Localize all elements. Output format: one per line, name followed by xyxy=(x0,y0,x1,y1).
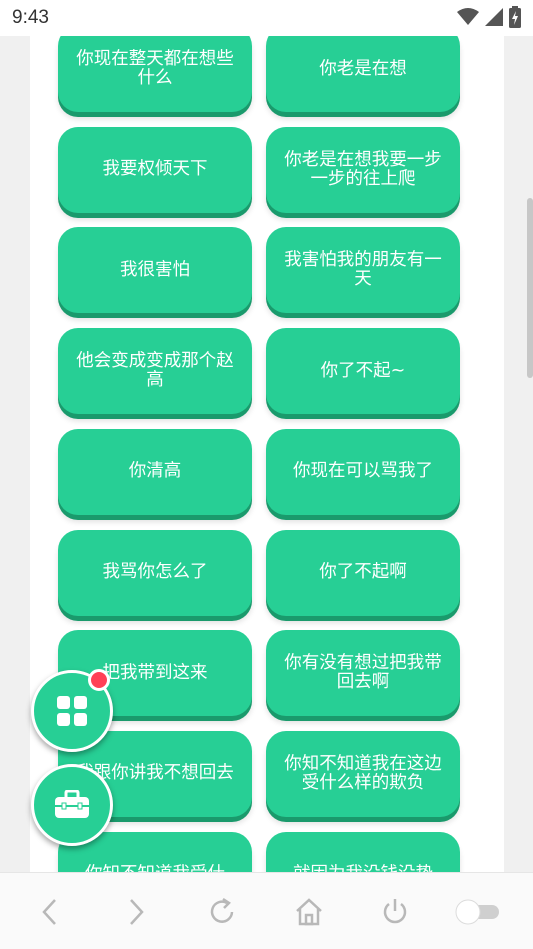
notification-badge xyxy=(88,669,110,691)
toggle-icon xyxy=(455,899,499,925)
status-icons xyxy=(457,6,521,28)
power-icon xyxy=(383,899,407,924)
power-button[interactable] xyxy=(377,897,413,927)
status-bar: 9:43 xyxy=(0,0,533,36)
phrase-button[interactable]: 我要权倾天下 xyxy=(58,126,252,213)
toolbox-fab-button[interactable] xyxy=(31,764,113,846)
night-mode-toggle[interactable] xyxy=(455,897,501,927)
forward-button[interactable] xyxy=(118,897,154,927)
back-button[interactable] xyxy=(32,897,68,927)
grid-icon xyxy=(57,696,87,726)
scrollbar[interactable] xyxy=(527,198,533,378)
home-button[interactable] xyxy=(291,897,327,927)
phrase-button[interactable]: 你老是在想 xyxy=(266,36,460,112)
status-time: 9:43 xyxy=(12,7,49,28)
phrase-button[interactable]: 我很害怕 xyxy=(58,227,252,314)
signal-icon xyxy=(485,8,503,26)
phrase-button[interactable]: 你现在整天都在想些什么 xyxy=(58,36,252,112)
back-icon xyxy=(42,899,56,925)
phrase-button[interactable]: 你老是在想我要一步一步的往上爬 xyxy=(266,126,460,213)
phrase-button[interactable]: 我骂你怎么了 xyxy=(58,529,252,616)
phrase-button[interactable]: 你清高 xyxy=(58,428,252,515)
phrase-button[interactable]: 你了不起~ xyxy=(266,328,460,415)
phrase-button[interactable]: 他会变成变成那个赵高 xyxy=(58,328,252,415)
phrase-button[interactable]: 就因为我没钱没势 xyxy=(266,831,460,872)
forward-icon xyxy=(130,899,144,925)
phrase-button[interactable]: 你有没有想过把我带回去啊 xyxy=(266,630,460,717)
refresh-button[interactable] xyxy=(204,897,240,927)
bottom-nav xyxy=(0,872,533,949)
refresh-icon xyxy=(210,897,234,923)
home-icon xyxy=(296,898,322,926)
toolbox-icon xyxy=(55,790,89,818)
phrase-button[interactable]: 我害怕我的朋友有一天 xyxy=(266,227,460,314)
phrase-button[interactable]: 你现在可以骂我了 xyxy=(266,428,460,515)
content-panel: 你现在整天都在想些什么 你老是在想 我要权倾天下 你老是在想我要一步一步的往上爬 我很害… xyxy=(30,36,504,872)
phrase-button[interactable]: 你知不知道我在这边受什么样的欺负 xyxy=(266,730,460,817)
wifi-icon xyxy=(457,8,479,25)
phrase-button[interactable]: 你了不起啊 xyxy=(266,529,460,616)
battery-icon xyxy=(509,6,521,28)
